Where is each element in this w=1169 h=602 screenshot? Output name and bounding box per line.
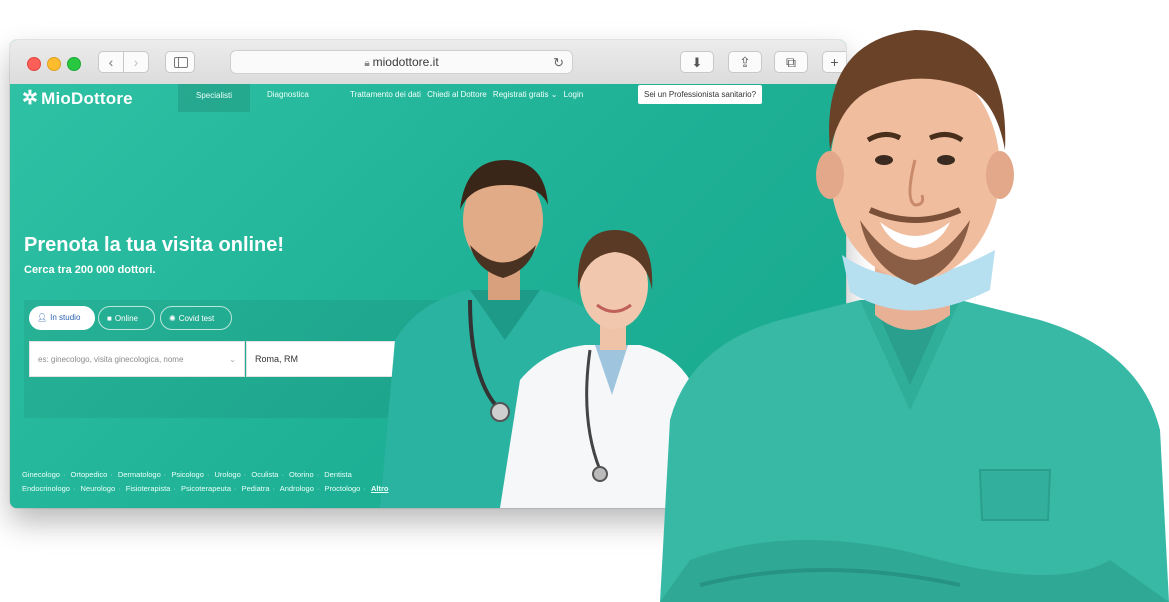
share-button[interactable]: ⇪ (728, 51, 762, 73)
search-button[interactable]: ⚲ Cerca (467, 341, 549, 377)
hero-title: Prenota la tua visita online! (24, 234, 285, 256)
tab-covid-label: Covid test (178, 314, 215, 323)
link-login[interactable]: Login (564, 90, 584, 99)
link-specialty[interactable]: Otorino (289, 470, 314, 479)
tab-in-studio-label: In studio (50, 313, 81, 322)
link-specialty[interactable]: Andrologo (280, 484, 314, 493)
link-ask-doctor[interactable]: Chiedi al Dottore (427, 90, 487, 99)
link-specialty[interactable]: Oculista (251, 470, 278, 479)
tab-diagnostics[interactable]: Diagnostica (267, 90, 309, 99)
download-icon: ⬇ (691, 55, 703, 70)
link-specialty[interactable]: Neurologo (81, 484, 116, 493)
reload-icon[interactable]: ↻ (553, 51, 564, 74)
header-links: Trattamento dei dati Chiedi al Dottore R… (350, 90, 587, 99)
virus-icon: ✺ (169, 314, 176, 323)
link-specialty[interactable]: Urologo (215, 470, 241, 479)
link-specialty[interactable]: Endocrinologo (22, 484, 70, 493)
specialty-row-2: Endocrinologo · Neurologo · Fisioterapista… (22, 484, 389, 493)
logo-star-icon: ✲ (22, 88, 39, 109)
link-specialty[interactable]: Fisioterapista (126, 484, 171, 493)
professional-button[interactable]: Sei un Professionista sanitario? (638, 85, 763, 104)
tab-overview-button[interactable]: ⧉ (774, 51, 808, 73)
plus-icon: + (830, 54, 839, 70)
city-value: Roma, RM (255, 354, 299, 364)
link-specialty[interactable]: Ginecologo (22, 470, 60, 479)
user-icon: 👤︎ (37, 313, 48, 322)
zoom-window-button[interactable] (67, 57, 81, 71)
specialty-row-1: Ginecologo · Ortopedico · Dermatologo · Psi… (22, 470, 352, 479)
close-window-button[interactable] (27, 57, 41, 71)
specialty-links: Ginecologo · Ortopedico · Dermatologo · Psi… (22, 468, 492, 496)
site-logo[interactable]: ✲ MioDottore (22, 87, 133, 110)
site-header: ✲ MioDottore Specialisti Diagnostica Trat… (10, 84, 846, 116)
city-input[interactable]: Roma, RM ⌄ (246, 341, 466, 377)
share-icon: ⇪ (739, 54, 751, 70)
tab-online[interactable]: ■ Online (98, 306, 155, 330)
search-button-label: Cerca (501, 354, 523, 363)
link-specialty[interactable]: Psicologo (171, 470, 204, 479)
sidebar-icon (174, 57, 188, 68)
video-icon: ■ (107, 314, 112, 323)
tab-specialists[interactable]: Specialisti (178, 84, 250, 112)
hero-subtitle: Cerca tra 200 000 dottori. (24, 264, 156, 276)
specialty-placeholder: es: ginecologo, visita ginecologica, nom… (38, 355, 184, 364)
tab-in-studio[interactable]: 👤︎ In studio (29, 306, 95, 330)
link-privacy[interactable]: Trattamento dei dati (350, 90, 421, 99)
specialty-search-input[interactable]: es: ginecologo, visita ginecologica, nom… (29, 341, 245, 377)
tabs-icon: ⧉ (786, 54, 796, 70)
chevron-down-icon: ⌄ (229, 355, 236, 364)
new-tab-button[interactable]: + (822, 51, 846, 73)
address-bar[interactable]: 🔒︎ miodottore.it ↻ (230, 50, 573, 74)
link-register[interactable]: Registrati gratis ⌄ (493, 90, 558, 99)
logo-text: MioDottore (41, 89, 133, 108)
link-specialty[interactable]: Pediatra (242, 484, 270, 493)
sidebar-toggle-button[interactable] (165, 51, 195, 73)
minimize-window-button[interactable] (47, 57, 61, 71)
forward-button[interactable]: › (123, 51, 149, 73)
downloads-button[interactable]: ⬇ (680, 51, 714, 73)
tab-covid-test[interactable]: ✺ Covid test (160, 306, 232, 330)
web-page: ✲ MioDottore Specialisti Diagnostica Trat… (10, 84, 846, 508)
url-text: miodottore.it (372, 55, 439, 69)
back-button[interactable]: ‹ (98, 51, 124, 73)
link-specialty[interactable]: Dentista (324, 470, 352, 479)
link-specialty[interactable]: Ortopedico (71, 470, 108, 479)
tab-online-label: Online (114, 314, 138, 323)
link-specialty[interactable]: Proctologo (325, 484, 361, 493)
chevron-right-icon: › (133, 54, 139, 70)
link-more-specialties[interactable]: Altro (371, 484, 389, 493)
browser-toolbar: ‹ › 🔒︎ miodottore.it ↻ ⬇ ⇪ ⧉ + (10, 40, 846, 85)
link-specialty[interactable]: Psicoterapeuta (181, 484, 231, 493)
browser-window: ‹ › 🔒︎ miodottore.it ↻ ⬇ ⇪ ⧉ + ✲ MioDottor… (10, 40, 846, 508)
lock-icon: 🔒︎ (364, 58, 370, 69)
link-specialty[interactable]: Dermatologo (118, 470, 161, 479)
chevron-down-icon: ⌄ (450, 355, 457, 364)
chevron-left-icon: ‹ (108, 54, 114, 70)
